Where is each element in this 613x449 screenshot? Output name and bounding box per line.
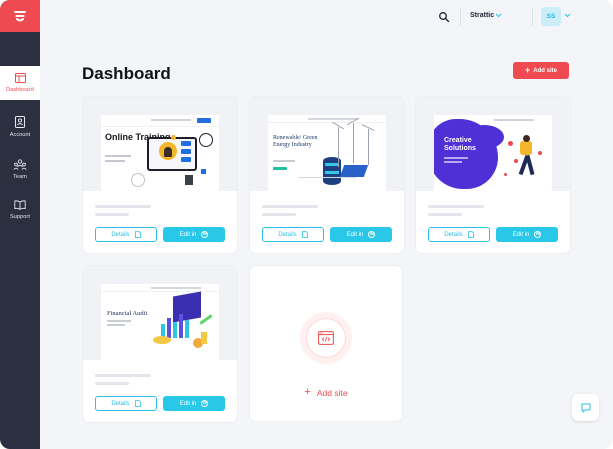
edit-in-wordpress-button[interactable]: Edit in W	[330, 227, 392, 242]
placeholder-line	[428, 213, 462, 216]
add-site-card[interactable]: + Add site	[250, 266, 402, 421]
account-icon	[15, 116, 25, 128]
placeholder-line	[428, 205, 484, 208]
wordpress-icon: W	[201, 231, 209, 238]
search-icon[interactable]	[438, 11, 450, 23]
logo-icon	[14, 11, 26, 22]
site-preview-image: Renewable/ Green Energy Industry	[268, 115, 386, 191]
sidebar-item-account[interactable]: Account	[0, 110, 40, 144]
edit-label: Edit in	[512, 231, 530, 238]
plus-icon: +	[304, 386, 311, 398]
document-icon	[134, 400, 141, 407]
edit-in-wordpress-button[interactable]: Edit in W	[496, 227, 558, 242]
chevron-down-icon[interactable]	[564, 13, 571, 18]
placeholder-line	[95, 382, 129, 385]
sidebar-item-support[interactable]: Support	[0, 193, 40, 227]
site-thumbnail[interactable]: Creative Solutions	[416, 97, 570, 191]
site-card: Financial Audit Details Edit in W	[83, 266, 237, 422]
placeholder-line	[95, 374, 151, 377]
sidebar: Dashboard Account Team Support	[0, 0, 40, 449]
edit-in-wordpress-button[interactable]: Edit in W	[163, 227, 225, 242]
site-thumbnail[interactable]: Renewable/ Green Energy Industry	[250, 97, 404, 191]
wordpress-icon: W	[368, 231, 376, 238]
sidebar-item-label: Dashboard	[6, 87, 34, 93]
details-label: Details	[111, 231, 130, 238]
avatar[interactable]: SS	[541, 7, 561, 26]
chat-button[interactable]	[572, 394, 599, 421]
sidebar-item-label: Team	[13, 173, 27, 180]
wordpress-icon: W	[534, 231, 542, 238]
top-bar: Strattic SS	[40, 0, 613, 34]
dashboard-icon	[14, 73, 26, 83]
app-frame: Dashboard Account Team Support Strattic …	[0, 0, 613, 449]
add-site-label: Add site	[533, 67, 557, 74]
team-icon	[13, 158, 27, 170]
placeholder-line	[262, 213, 296, 216]
add-site-link-label: Add site	[316, 387, 348, 398]
thumb-heading: Renewable/ Green Energy Industry	[273, 135, 318, 148]
site-card: Online Training Details Edit in W	[83, 97, 237, 253]
placeholder-line	[262, 205, 318, 208]
site-thumbnail[interactable]: Online Training	[83, 97, 237, 191]
add-site-button[interactable]: + Add site	[513, 62, 569, 79]
edit-in-wordpress-button[interactable]: Edit in W	[163, 396, 225, 411]
site-card: Renewable/ Green Energy Industry Details	[250, 97, 404, 253]
chevron-down-icon[interactable]	[495, 13, 502, 18]
site-thumbnail[interactable]: Financial Audit	[83, 266, 237, 360]
placeholder-line	[95, 205, 151, 208]
site-preview-image: Creative Solutions	[434, 115, 552, 191]
document-icon	[301, 231, 308, 238]
details-button[interactable]: Details	[95, 396, 157, 411]
add-site-graphic	[300, 312, 352, 364]
site-preview-image: Financial Audit	[101, 284, 219, 360]
add-site-link[interactable]: + Add site	[250, 387, 402, 398]
site-preview-image: Online Training	[101, 115, 219, 191]
code-window-icon	[318, 331, 334, 345]
divider	[460, 8, 461, 26]
details-button[interactable]: Details	[95, 227, 157, 242]
support-icon	[14, 200, 26, 210]
document-icon	[467, 231, 474, 238]
organization-name[interactable]: Strattic	[470, 12, 494, 19]
page-title: Dashboard	[82, 64, 171, 83]
details-label: Details	[278, 231, 297, 238]
wordpress-icon: W	[201, 400, 209, 407]
edit-label: Edit in	[179, 231, 197, 238]
sidebar-item-team[interactable]: Team	[0, 152, 40, 186]
strattic-logo[interactable]	[0, 0, 40, 32]
sidebar-item-label: Support	[10, 214, 30, 220]
details-label: Details	[111, 400, 130, 407]
site-card: Creative Solutions Details Edit in W	[416, 97, 570, 253]
plus-icon: +	[525, 65, 531, 75]
thumb-heading: Financial Audit	[107, 310, 148, 317]
divider	[532, 8, 533, 26]
sidebar-item-dashboard[interactable]: Dashboard	[0, 66, 40, 100]
details-button[interactable]: Details	[262, 227, 324, 242]
document-icon	[134, 231, 141, 238]
placeholder-line	[95, 213, 129, 216]
chat-icon	[581, 403, 590, 412]
edit-label: Edit in	[346, 231, 364, 238]
details-button[interactable]: Details	[428, 227, 490, 242]
thumb-heading: Creative Solutions	[444, 137, 476, 152]
details-label: Details	[444, 231, 463, 238]
edit-label: Edit in	[179, 400, 197, 407]
sidebar-item-label: Account	[9, 132, 31, 138]
